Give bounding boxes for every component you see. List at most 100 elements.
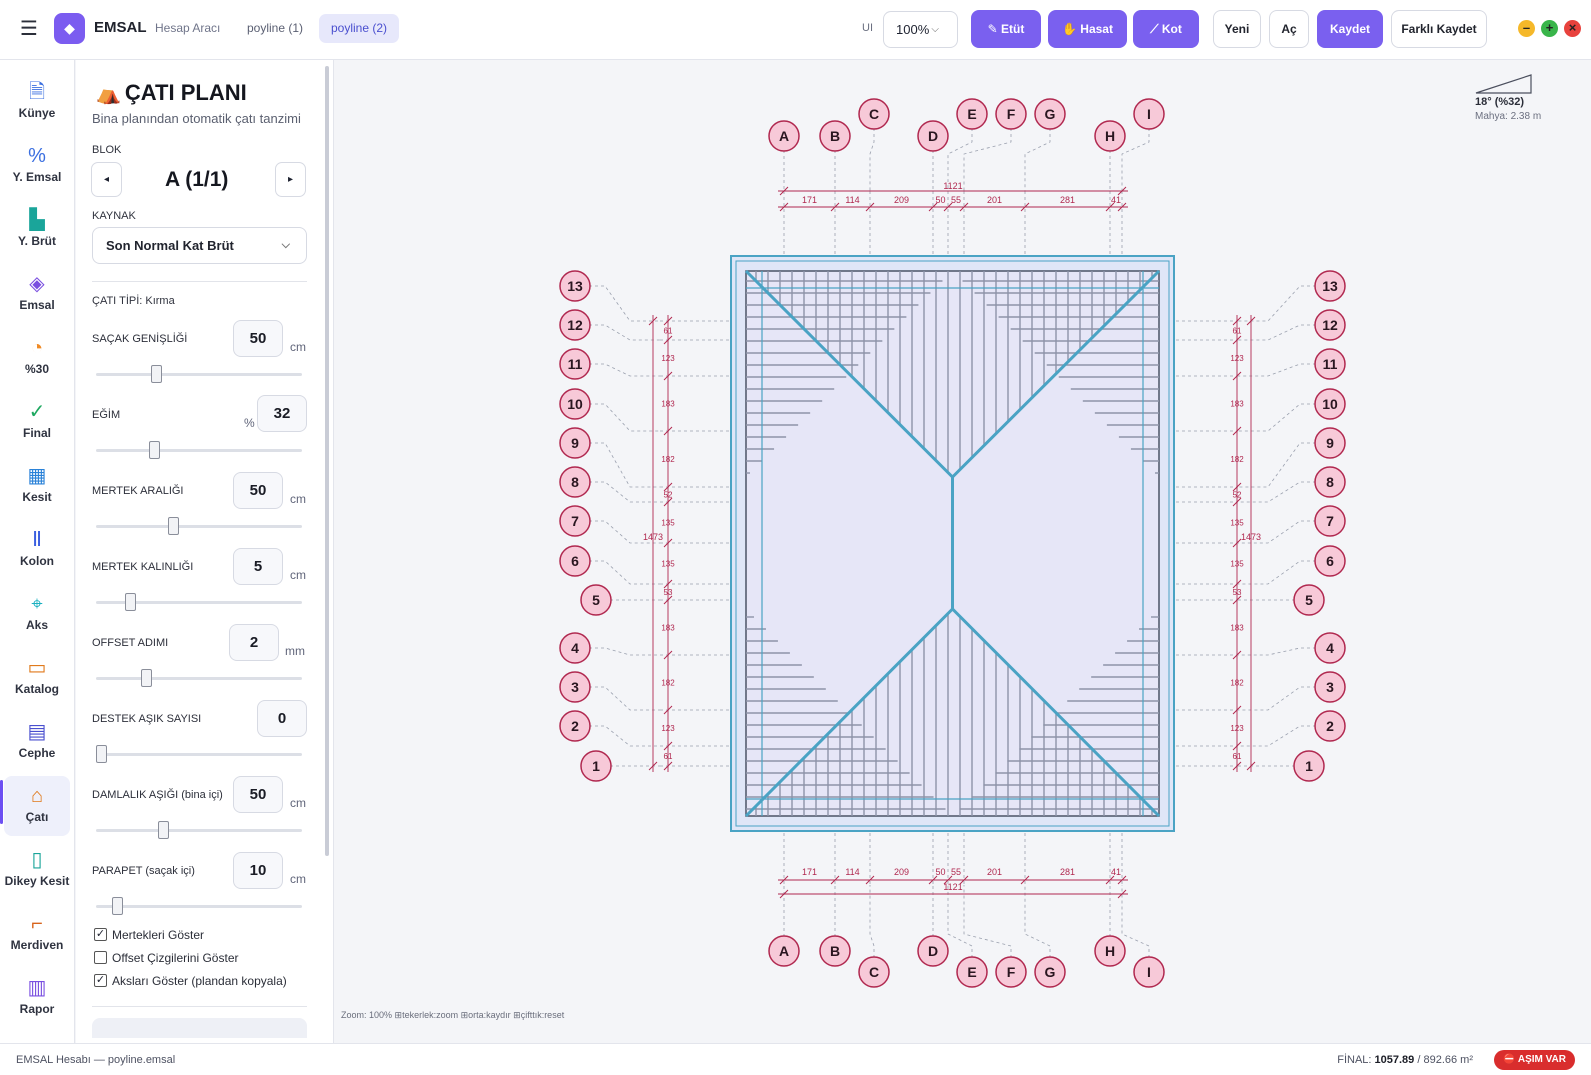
drawing-canvas[interactable]: 171 114 209 50 55 201 281 41 1121 171 114 209 50 55 20… xyxy=(335,60,1591,1043)
rafter-spacing-input[interactable]: 50 xyxy=(233,472,283,509)
hasat-button[interactable]: ✋ Hasat xyxy=(1048,10,1127,48)
final-label: FİNAL: xyxy=(1337,1054,1372,1066)
parapet-slider[interactable] xyxy=(96,897,302,915)
next-block-button[interactable]: ▸ xyxy=(275,162,306,197)
axis-leader xyxy=(589,647,660,656)
bar-chart-icon: ▙ xyxy=(29,209,45,231)
etut-button[interactable]: ✎ Etüt xyxy=(971,10,1041,48)
axis-bubble-label: G xyxy=(1045,106,1056,122)
axis-leader xyxy=(1238,442,1316,488)
chevron-down-icon: ⌵ xyxy=(281,239,290,251)
dim-total-label: 1121 xyxy=(943,181,962,191)
slider-thumb[interactable] xyxy=(168,517,180,535)
nav-label: %30 xyxy=(24,362,50,376)
nav-item-merdiven[interactable]: ⌐ Merdiven xyxy=(4,904,70,964)
dim-label: 55 xyxy=(951,867,961,877)
axis-bubble-label: 5 xyxy=(592,592,600,608)
new-button[interactable]: Yeni xyxy=(1213,10,1261,48)
open-button[interactable]: Aç xyxy=(1269,10,1309,48)
nav-item-kolon[interactable]: Ⅱ Kolon xyxy=(4,520,70,580)
dim-label: 183 xyxy=(661,400,675,409)
rafter-thickness-unit: cm xyxy=(290,568,306,582)
tab-poyline-2[interactable]: poyline (2) xyxy=(319,14,400,43)
kot-button[interactable]: ⟋ Kot xyxy=(1133,10,1199,48)
panel-scrollbar[interactable] xyxy=(325,66,329,856)
offset-step-slider[interactable] xyxy=(96,669,302,687)
block-label: BLOK xyxy=(92,144,122,156)
maximize-icon[interactable]: + xyxy=(1541,20,1558,37)
axis-bubble-label: 6 xyxy=(571,553,579,569)
percent-icon: % xyxy=(28,145,46,167)
show-rafters-checkbox[interactable]: ✓ xyxy=(94,928,107,941)
slider-thumb[interactable] xyxy=(96,745,107,763)
source-select[interactable]: Son Normal Kat Brüt ⌵ xyxy=(92,227,307,264)
slider-thumb[interactable] xyxy=(140,669,152,687)
tab-poyline-1[interactable]: poyline (1) xyxy=(235,14,315,43)
layers-icon: ◈ xyxy=(29,273,45,295)
roof-type-label: ÇATI TİPİ: Kırma xyxy=(92,295,175,307)
support-purlin-input[interactable]: 0 xyxy=(257,700,307,737)
rafter-thickness-input[interactable]: 5 xyxy=(233,548,283,585)
close-icon[interactable]: × xyxy=(1564,20,1581,37)
minimize-icon[interactable]: – xyxy=(1518,20,1535,37)
nav-item-final[interactable]: ✓ Final xyxy=(4,392,70,452)
dim-label: 209 xyxy=(894,195,909,205)
slider-thumb[interactable] xyxy=(150,365,162,383)
axis-bubble-label: E xyxy=(967,106,976,122)
drip-purlin-input[interactable]: 50 xyxy=(233,776,283,813)
menu-icon[interactable]: ☰ xyxy=(18,18,40,40)
dim-total-label: 1473 xyxy=(643,532,663,542)
nav-item-y-brut[interactable]: ▙ Y. Brüt xyxy=(4,200,70,260)
show-offset-lines-label: Offset Çizgilerini Göster xyxy=(112,951,239,965)
nav-item-aks[interactable]: ⌖ Aks xyxy=(4,584,70,644)
eave-width-slider[interactable] xyxy=(96,365,302,383)
ui-scale-select[interactable]: 100% ⌵ xyxy=(883,11,958,48)
offset-step-input[interactable]: 2 xyxy=(229,624,279,661)
rafter-spacing-slider[interactable] xyxy=(96,517,302,535)
slope-input[interactable]: 32 xyxy=(257,395,307,432)
prev-block-button[interactable]: ◂ xyxy=(91,162,122,197)
axis-leader xyxy=(589,324,660,341)
axis-leader xyxy=(1238,560,1316,585)
building-icon: ▦ xyxy=(27,465,47,487)
rafter-thickness-slider[interactable] xyxy=(96,593,302,611)
nav-item-dikey-kesit[interactable]: ▯ Dikey Kesit xyxy=(4,840,70,900)
nav-item-cephe[interactable]: ▤ Cephe xyxy=(4,712,70,772)
nav-item-y-emsal[interactable]: % Y. Emsal xyxy=(4,136,70,196)
show-axes-checkbox[interactable]: ✓ xyxy=(94,974,107,987)
nav-item-emsal[interactable]: ◈ Emsal xyxy=(4,264,70,324)
parapet-label: PARAPET (saçak içi) xyxy=(92,865,195,877)
nav-item-rapor[interactable]: ▥ Rapor xyxy=(4,968,70,1028)
parapet-input[interactable]: 10 xyxy=(233,852,283,889)
nav-label: Kesit xyxy=(22,490,52,504)
slider-thumb[interactable] xyxy=(158,821,170,839)
roof-plan-drawing[interactable]: 171 114 209 50 55 201 281 411121171 114 209 50 55 20… xyxy=(335,60,1591,1043)
nav-item-katalog[interactable]: ▭ Katalog xyxy=(4,648,70,708)
parapet-unit: cm xyxy=(290,872,306,886)
nav-item-cati[interactable]: ⌂ Çatı xyxy=(4,776,70,836)
pencil-icon: ✎ xyxy=(987,22,1002,36)
show-offset-lines-checkbox[interactable] xyxy=(94,951,107,964)
dim-label: 135 xyxy=(661,560,675,569)
dim-label: 53 xyxy=(664,588,673,597)
axis-leader xyxy=(1121,885,1150,958)
eave-width-input[interactable]: 50 xyxy=(233,320,283,357)
save-as-button[interactable]: Farklı Kaydet xyxy=(1391,10,1487,48)
axis-leader xyxy=(1121,128,1150,191)
axis-bubble-label: A xyxy=(779,943,789,959)
drip-purlin-slider[interactable] xyxy=(96,821,302,839)
nav-item-kunye[interactable]: 🗎 Künye xyxy=(4,72,70,132)
nav-label: Kolon xyxy=(20,554,54,568)
dim-label: 52 xyxy=(1233,491,1242,500)
slope-slider[interactable] xyxy=(96,441,302,459)
save-button[interactable]: Kaydet xyxy=(1317,10,1383,48)
nav-item-30[interactable]: ◔ %30 xyxy=(4,328,70,388)
slider-thumb[interactable] xyxy=(148,441,160,459)
nav-item-kesit[interactable]: ▦ Kesit xyxy=(4,456,70,516)
axis-leader xyxy=(1238,285,1316,322)
collapsed-section[interactable] xyxy=(92,1018,307,1038)
slider-thumb[interactable] xyxy=(125,593,137,611)
slider-thumb[interactable] xyxy=(111,897,123,915)
support-purlin-slider[interactable] xyxy=(96,745,302,763)
block-value: A (1/1) xyxy=(165,168,229,191)
